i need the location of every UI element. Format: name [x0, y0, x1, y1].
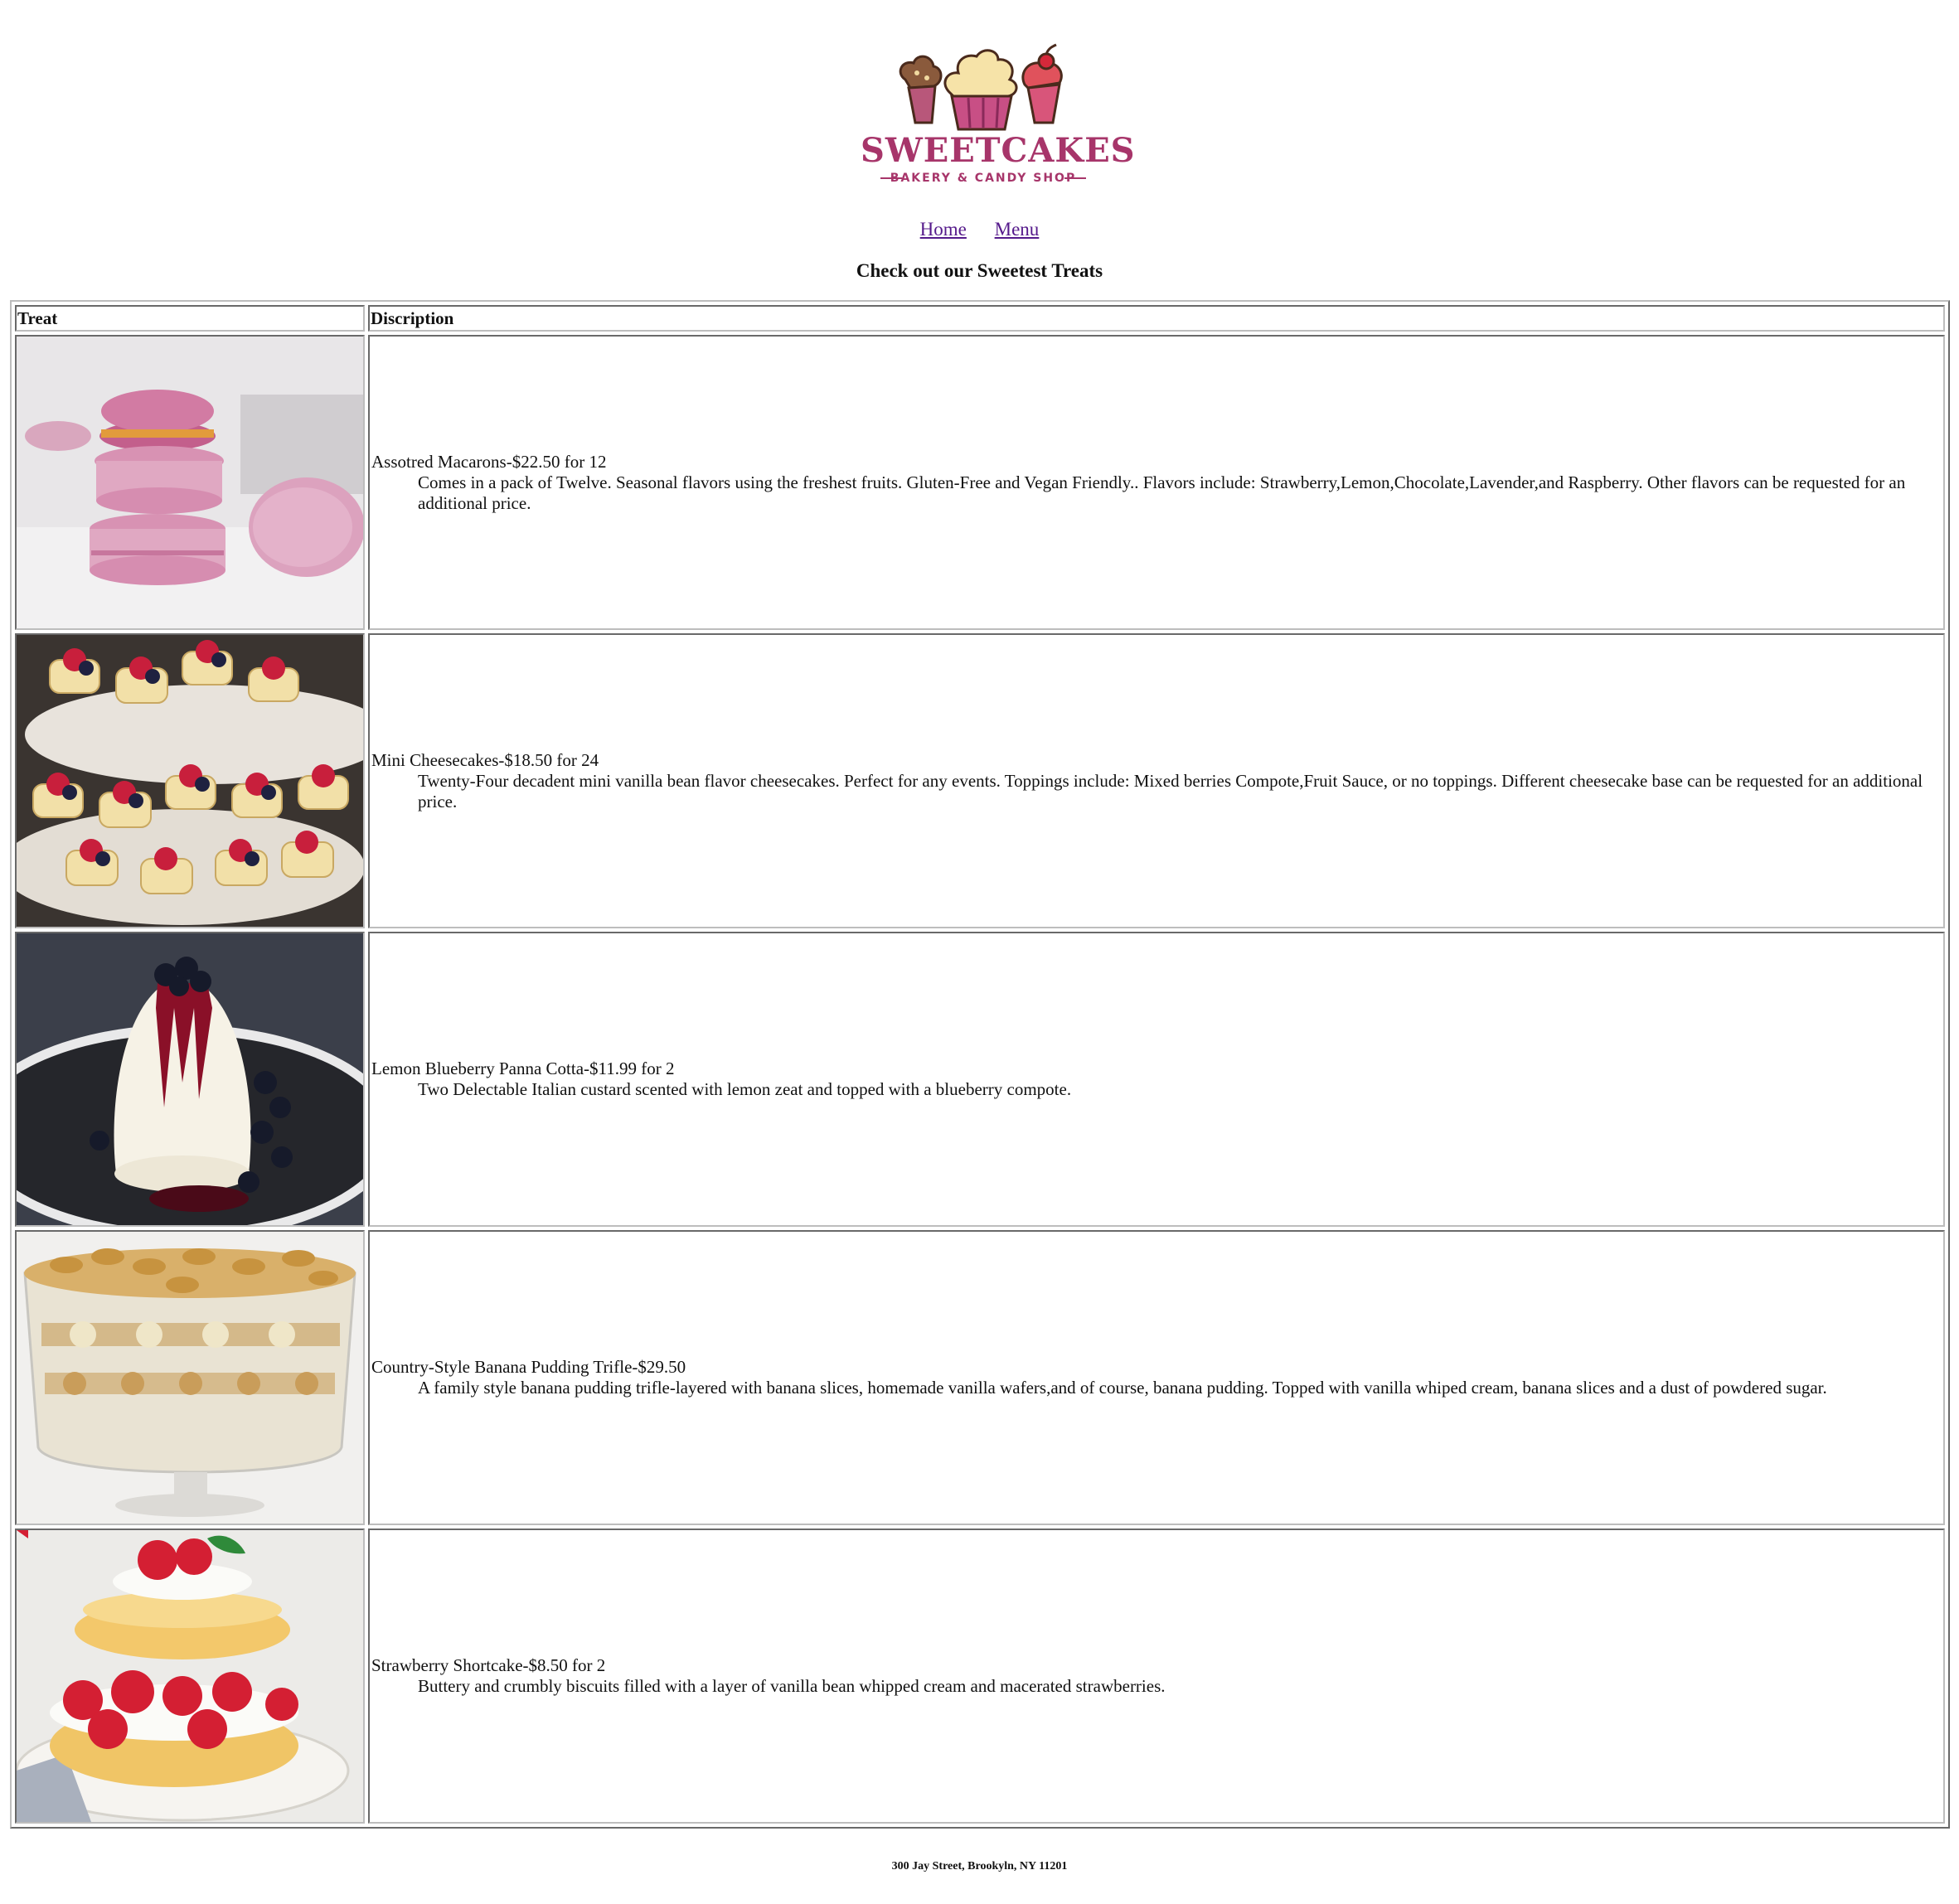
treat-image-cell — [15, 1230, 365, 1525]
treat-title: Lemon Blueberry Panna Cotta-$11.99 for 2 — [371, 1059, 675, 1078]
table-row: Strawberry Shortcake-$8.50 for 2 Buttery… — [15, 1529, 1945, 1824]
treat-title: Mini Cheesecakes-$18.50 for 24 — [371, 749, 599, 770]
banana-trifle-photo — [17, 1232, 363, 1524]
treat-description-cell: Assotred Macarons-$22.50 for 12 Comes in… — [368, 335, 1945, 630]
macarons-photo — [17, 337, 363, 628]
column-header-treat: Treat — [15, 305, 365, 332]
treat-image-cell — [15, 633, 365, 928]
treat-title: Country-Style Banana Pudding Trifle-$29.… — [371, 1357, 686, 1377]
treat-description: Two Delectable Italian custard scented w… — [418, 1079, 1072, 1099]
treat-image-cell — [15, 1529, 365, 1824]
treat-description: Buttery and crumbly biscuits filled with… — [418, 1676, 1166, 1696]
column-header-description: Discription — [368, 305, 1945, 332]
page-heading: Check out our Sweetest Treats — [856, 260, 1103, 281]
brand-name: SWEETCAKES — [861, 131, 1136, 170]
treat-description-cell: Lemon Blueberry Panna Cotta-$11.99 for 2… — [368, 932, 1945, 1227]
treat-description-cell: Strawberry Shortcake-$8.50 for 2 Buttery… — [368, 1529, 1945, 1824]
table-row: Mini Cheesecakes-$18.50 for 24 Twenty-Fo… — [15, 633, 1945, 928]
treat-description: Twenty-Four decadent mini vanilla bean f… — [418, 770, 1923, 812]
strawberry-shortcake-photo — [17, 1530, 363, 1822]
footer-address: 300 Jay Street, Brookyln, NY 11201 — [891, 1860, 1068, 1873]
treats-table: Treat Discription Assotred Macarons-$22.… — [10, 300, 1950, 1829]
treat-image-cell — [15, 932, 365, 1227]
treat-image-cell — [15, 335, 365, 630]
cheesecakes-photo — [17, 635, 363, 927]
treat-title: Assotred Macarons-$22.50 for 12 — [371, 451, 607, 472]
nav-link-home[interactable]: Home — [920, 219, 967, 240]
panna-cotta-photo — [17, 933, 363, 1225]
tagline-divider-right — [1064, 177, 1086, 179]
treat-description-cell: Mini Cheesecakes-$18.50 for 24 Twenty-Fo… — [368, 633, 1945, 928]
nav-link-menu[interactable]: Menu — [995, 219, 1040, 240]
treat-title: Strawberry Shortcake-$8.50 for 2 — [371, 1655, 606, 1675]
treat-description: A family style banana pudding trifle-lay… — [418, 1378, 1827, 1398]
treat-description: Comes in a pack of Twelve. Seasonal flav… — [418, 472, 1906, 513]
cupcakes-icon — [899, 43, 1063, 131]
table-header-row: Treat Discription — [15, 305, 1945, 332]
main-nav: Home Menu — [0, 219, 1959, 240]
table-row: Country-Style Banana Pudding Trifle-$29.… — [15, 1230, 1945, 1525]
table-row: Lemon Blueberry Panna Cotta-$11.99 for 2… — [15, 932, 1945, 1227]
treat-description-cell: Country-Style Banana Pudding Trifle-$29.… — [368, 1230, 1945, 1525]
table-row: Assotred Macarons-$22.50 for 12 Comes in… — [15, 335, 1945, 630]
